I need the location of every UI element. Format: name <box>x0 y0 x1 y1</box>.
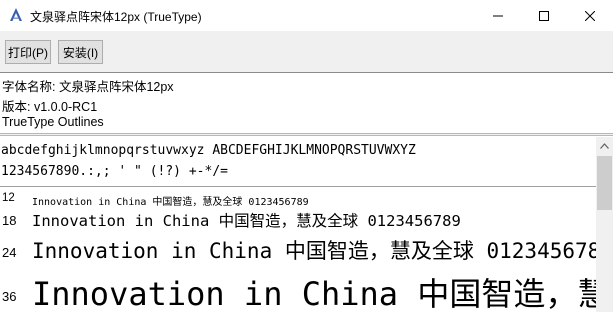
maximize-button[interactable] <box>521 0 567 31</box>
size-label: 12 <box>2 192 15 204</box>
chevron-up-icon <box>600 142 609 149</box>
charset-letters: abcdefghijklmnopqrstuvwxyz ABCDEFGHIJKLM… <box>1 143 416 158</box>
window-title: 文泉驿点阵宋体12px (TrueType) <box>30 10 202 24</box>
toolbar: 打印(P) 安装(I) <box>0 31 613 72</box>
minimize-button[interactable] <box>475 0 521 31</box>
maximize-icon <box>539 10 549 21</box>
font-name: 字体名称: 文泉驿点阵宋体12px <box>2 80 174 94</box>
scroll-thumb[interactable] <box>597 156 612 210</box>
sample-text: Innovation in China 中国智造，慧及全球 0123456789 <box>32 197 309 208</box>
font-version: 版本: v1.0.0-RC1 <box>2 100 98 114</box>
font-info-panel: 字体名称: 文泉驿点阵宋体12px 版本: v1.0.0-RC1 TrueTyp… <box>0 72 613 132</box>
size-label: 36 <box>2 289 17 304</box>
size-label: 24 <box>2 245 17 260</box>
title-bar[interactable]: 文泉驿点阵宋体12px (TrueType) <box>0 0 613 31</box>
close-icon <box>585 10 595 21</box>
preview-divider <box>0 186 596 187</box>
scroll-up-button[interactable] <box>596 137 613 154</box>
sample-text: Innovation in China 中国智造，慧及全球 0123456789 <box>32 212 461 230</box>
install-button[interactable]: 安装(I) <box>58 40 103 64</box>
font-viewer-icon <box>8 7 24 23</box>
vertical-scrollbar[interactable] <box>596 137 613 312</box>
sample-text: Innovation in China 中国智造，慧及全球 0123456789 <box>32 239 596 263</box>
divider <box>0 133 613 136</box>
size-label: 18 <box>2 213 17 228</box>
charset-symbols: 1234567890.:,; ' " (!?) +-*/= <box>1 164 228 179</box>
font-type: TrueType Outlines <box>2 115 104 129</box>
sample-text: Innovation in China 中国智造，慧及全球 0123456789 <box>32 275 596 312</box>
print-button[interactable]: 打印(P) <box>5 40 51 64</box>
minimize-icon <box>493 15 503 16</box>
close-button[interactable] <box>567 0 613 31</box>
font-preview: abcdefghijklmnopqrstuvwxyz ABCDEFGHIJKLM… <box>0 137 596 312</box>
